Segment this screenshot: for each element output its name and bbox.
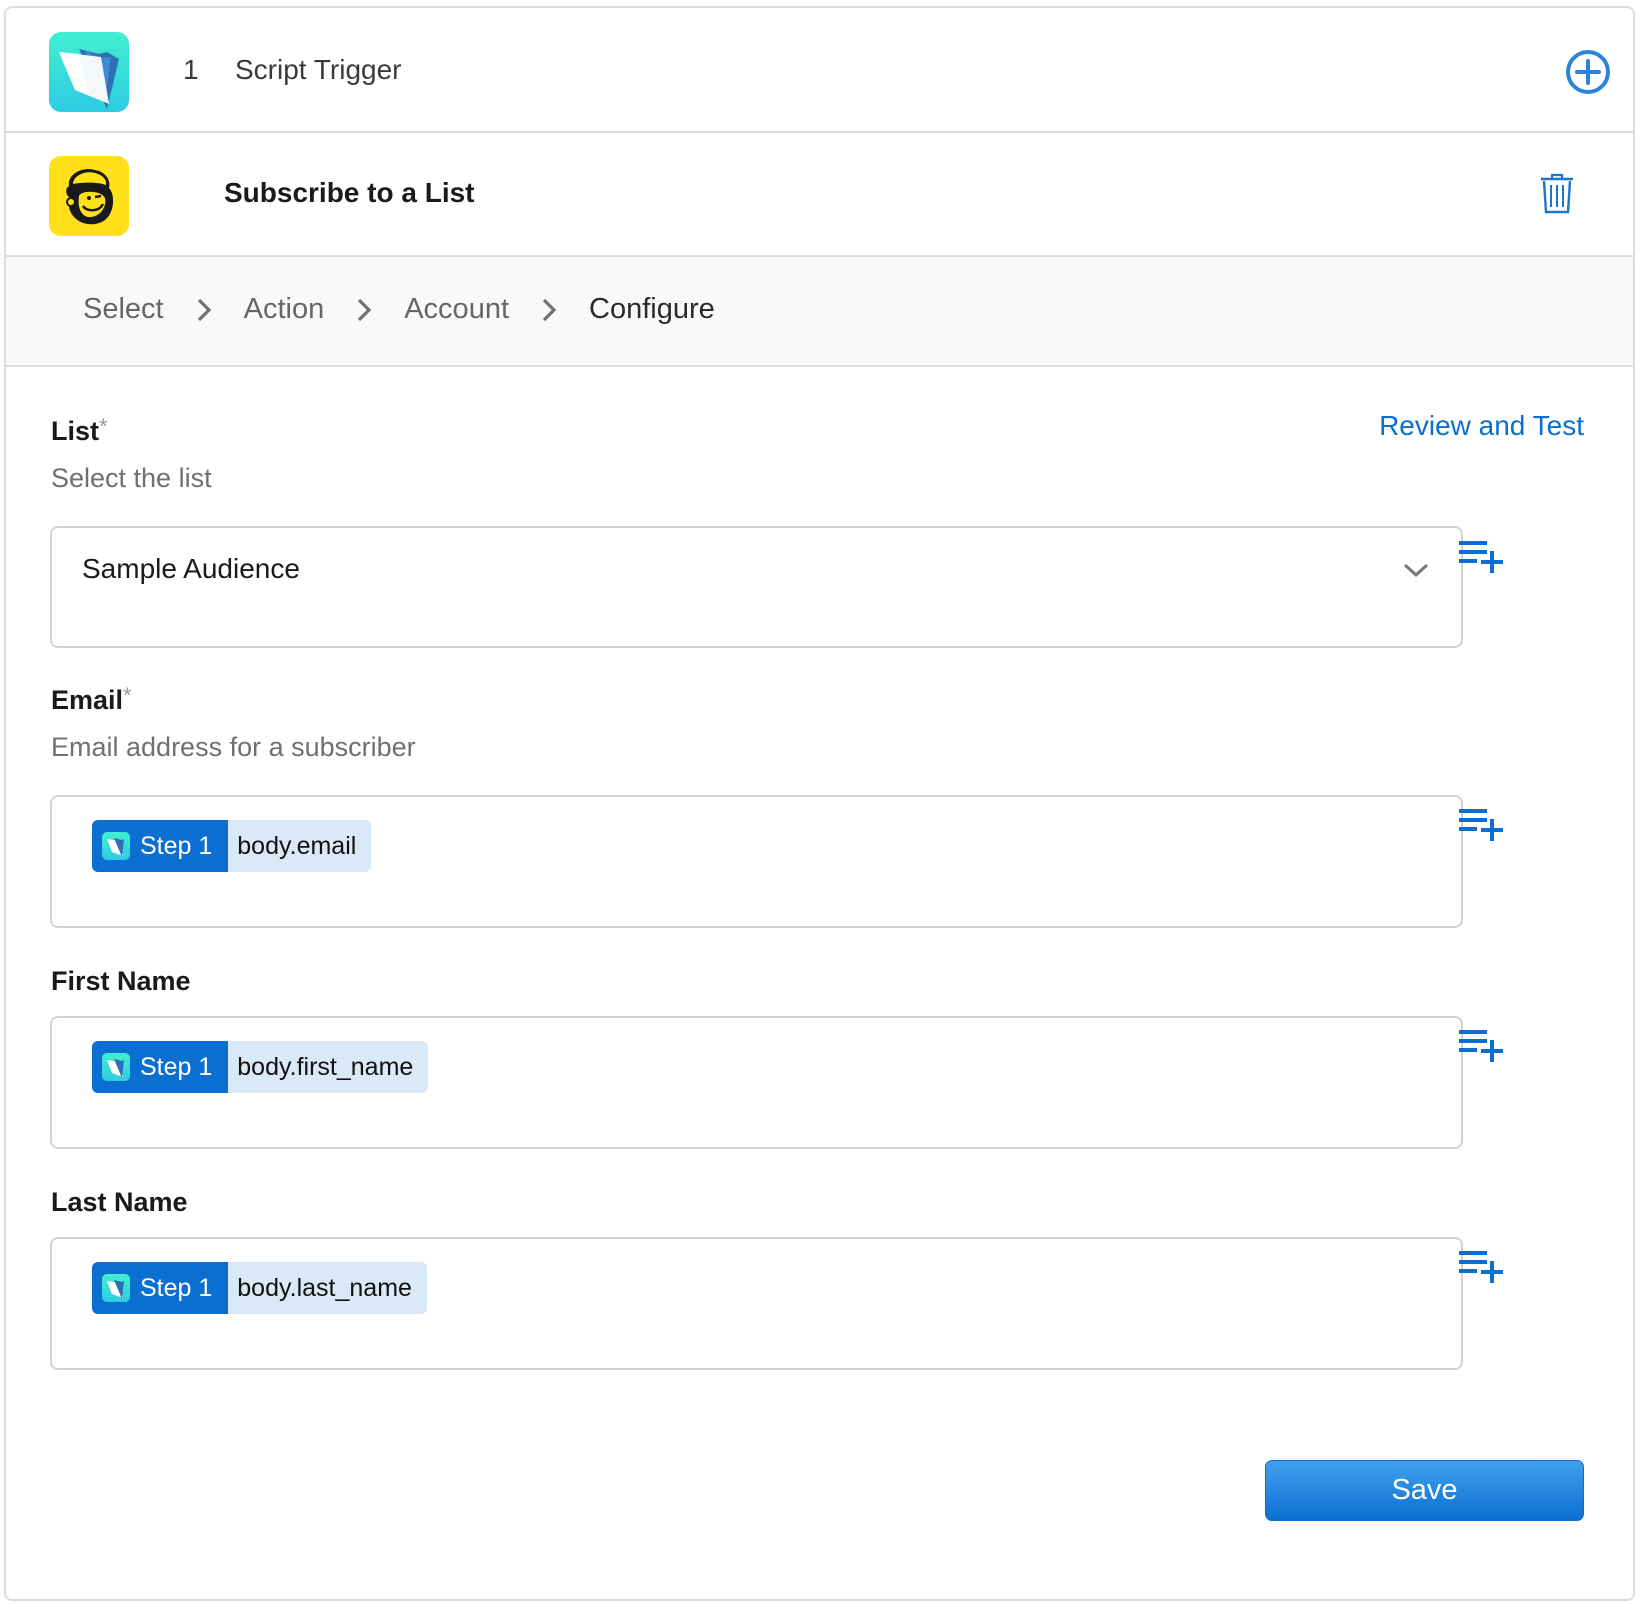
insert-data-icon[interactable] bbox=[1459, 809, 1505, 843]
filemaker-folder-icon bbox=[102, 1274, 130, 1302]
chevron-right-icon bbox=[358, 298, 372, 321]
token-field-name: body.last_name bbox=[228, 1262, 427, 1314]
list-select[interactable]: Sample Audience bbox=[50, 526, 1463, 648]
last-name-field[interactable]: Step 1 body.last_name bbox=[50, 1237, 1463, 1370]
workflow-step-card: 1 Script Trigger Subscribe to a List Sel… bbox=[4, 6, 1635, 1601]
chevron-right-icon bbox=[542, 298, 557, 321]
step-number: 1 bbox=[183, 54, 199, 85]
token-step-text: Step 1 bbox=[140, 1052, 213, 1081]
plus-circle-icon[interactable] bbox=[1565, 49, 1611, 95]
action-step-row[interactable]: Subscribe to a List bbox=[6, 133, 1633, 257]
filemaker-folder-icon bbox=[49, 32, 129, 112]
list-field-label: List* bbox=[51, 414, 108, 447]
chevron-down-icon bbox=[1403, 563, 1429, 578]
required-mark: * bbox=[123, 683, 132, 708]
email-field-label: Email* bbox=[51, 683, 132, 716]
breadcrumb-account[interactable]: Account bbox=[404, 293, 509, 326]
email-token-pill[interactable]: Step 1 body.email bbox=[92, 820, 372, 872]
action-step-title: Subscribe to a List bbox=[224, 177, 475, 208]
email-field[interactable]: Step 1 body.email bbox=[50, 795, 1463, 928]
last-name-token-pill[interactable]: Step 1 body.last_name bbox=[92, 1262, 427, 1314]
insert-data-icon[interactable] bbox=[1459, 541, 1505, 575]
breadcrumb-configure[interactable]: Configure bbox=[589, 293, 715, 326]
mailchimp-freddie-icon bbox=[49, 156, 129, 236]
trigger-step-title: Script Trigger bbox=[235, 54, 402, 85]
token-step-text: Step 1 bbox=[140, 1273, 213, 1302]
list-select-value: Sample Audience bbox=[82, 553, 300, 584]
token-field-name: body.first_name bbox=[228, 1041, 429, 1093]
chevron-right-icon bbox=[197, 298, 211, 321]
insert-data-icon[interactable] bbox=[1459, 1030, 1505, 1064]
last-name-field-label: Last Name bbox=[51, 1187, 188, 1217]
token-step-text: Step 1 bbox=[140, 831, 213, 860]
filemaker-folder-icon bbox=[102, 832, 130, 860]
first-name-token-pill[interactable]: Step 1 body.first_name bbox=[92, 1041, 429, 1093]
email-label-text: Email bbox=[51, 685, 124, 715]
breadcrumb-action[interactable]: Action bbox=[244, 293, 325, 326]
token-field-name: body.email bbox=[228, 820, 372, 872]
trigger-step-row[interactable]: 1 Script Trigger bbox=[6, 8, 1633, 133]
first-name-field[interactable]: Step 1 body.first_name bbox=[50, 1016, 1463, 1149]
token-step-label: Step 1 bbox=[92, 820, 229, 872]
breadcrumb-select[interactable]: Select bbox=[83, 293, 164, 326]
insert-data-icon[interactable] bbox=[1459, 1251, 1505, 1285]
list-field-description: Select the list bbox=[51, 463, 212, 493]
filemaker-folder-icon bbox=[102, 1053, 130, 1081]
trash-icon[interactable] bbox=[1539, 173, 1575, 215]
token-step-label: Step 1 bbox=[92, 1262, 229, 1314]
first-name-field-label: First Name bbox=[51, 966, 191, 996]
breadcrumb: Select Action Account Configure bbox=[6, 257, 1633, 367]
list-label-text: List bbox=[51, 416, 100, 446]
required-mark: * bbox=[99, 414, 108, 439]
token-step-label: Step 1 bbox=[92, 1041, 229, 1093]
review-and-test-link[interactable]: Review and Test bbox=[1379, 410, 1584, 442]
save-button[interactable]: Save bbox=[1265, 1460, 1584, 1521]
email-field-description: Email address for a subscriber bbox=[51, 732, 416, 762]
